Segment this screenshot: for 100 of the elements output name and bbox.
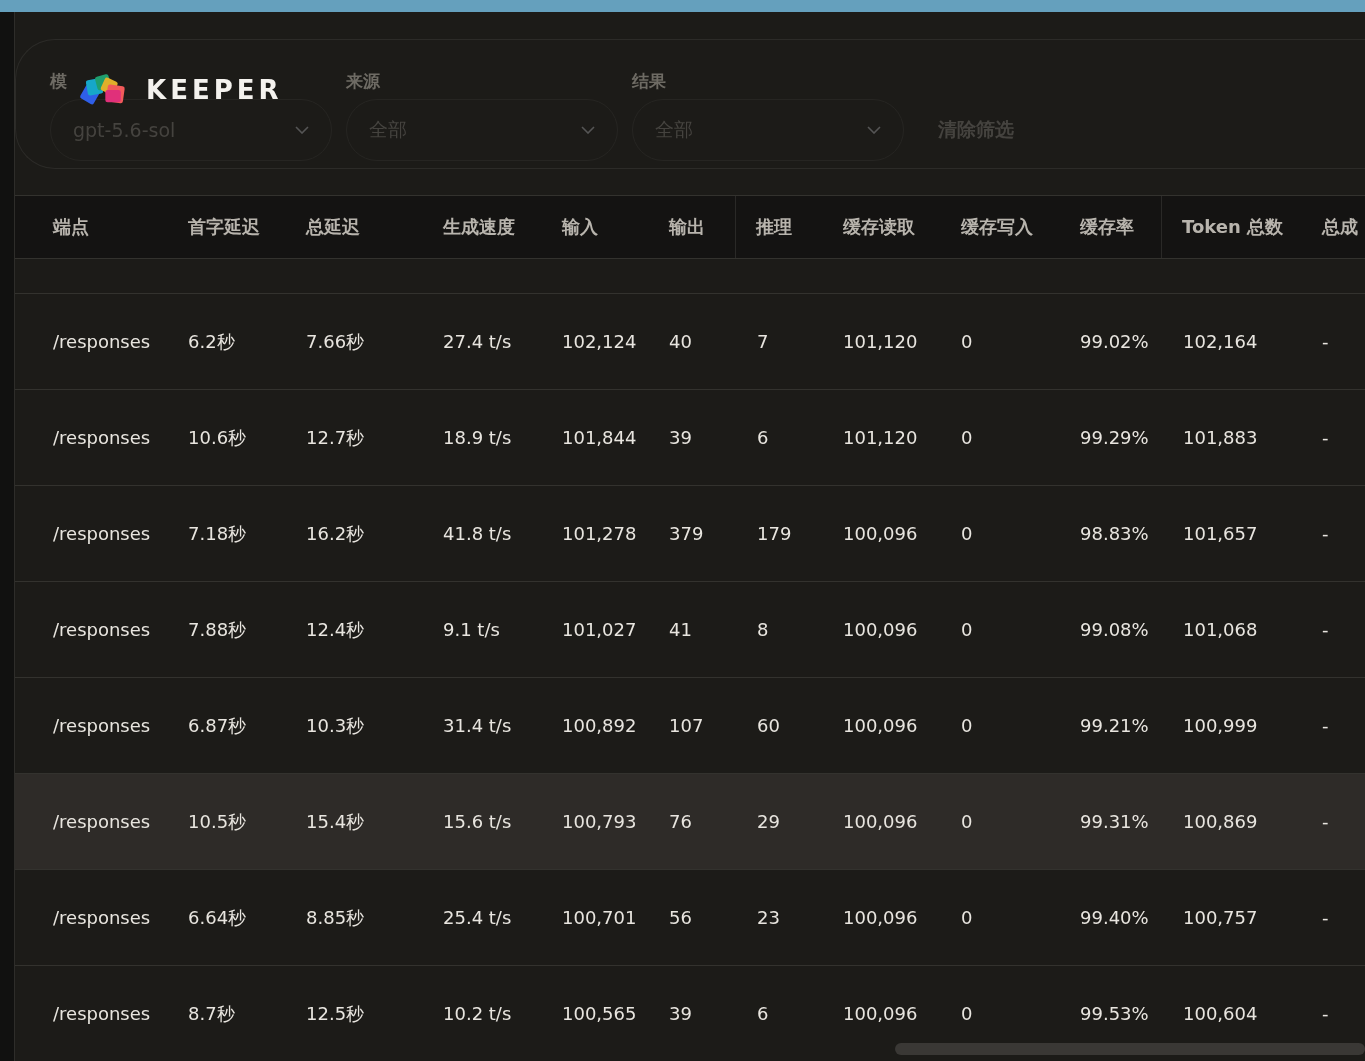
column-header: 缓存写入	[961, 215, 1034, 239]
table-cell-text: 100,096	[843, 715, 919, 736]
table-cell-text: 0	[961, 619, 974, 640]
table-cell-text: 100,869	[1183, 811, 1259, 832]
table-cell-text: 9.1 t/s	[443, 619, 501, 640]
table-cell-text: 100,565	[562, 1003, 638, 1024]
table-cell-text: 100,999	[1183, 715, 1259, 736]
chevron-down-icon	[581, 126, 595, 134]
table-cell-text: 101,120	[843, 331, 919, 352]
table-cell-text: 15.4秒	[306, 809, 366, 834]
table-cell-text: 7.18秒	[188, 521, 248, 546]
table-cell-text: 100,096	[843, 907, 919, 928]
filter-label: 来源	[346, 70, 380, 93]
table-cell-text: 100,757	[1183, 907, 1259, 928]
table-cell-text: 18.9 t/s	[443, 427, 513, 448]
table-cell-text: /responses	[53, 523, 152, 544]
table-cell-text: 10.6秒	[188, 425, 248, 450]
column-header: 端点	[53, 215, 90, 239]
column-header: 首字延迟	[188, 215, 261, 239]
table-cell-text: 12.5秒	[306, 1001, 366, 1026]
table-cell-text: 100,892	[562, 715, 638, 736]
table-cell-text: 102,164	[1183, 331, 1259, 352]
column-header: Token 总数	[1161, 196, 1322, 258]
table-cell-text: 100,096	[843, 811, 919, 832]
table-cell-text: -	[1322, 1003, 1330, 1024]
table-cell-text: 6	[757, 1003, 770, 1024]
table-cell-text: 60	[757, 715, 781, 736]
table-cell-text: 29	[757, 811, 781, 832]
table-cell-text: 101,120	[843, 427, 919, 448]
table-cell-text: 100,701	[562, 907, 638, 928]
table-cell-text: 39	[669, 1003, 693, 1024]
table-cell-text: 40	[669, 331, 693, 352]
table-cell-text: 6.87秒	[188, 713, 248, 738]
table-cell-text: 7.66秒	[306, 329, 366, 354]
table-cell-text: 10.5秒	[188, 809, 248, 834]
table-cell-text: 12.7秒	[306, 425, 366, 450]
table-cell-text: 12.4秒	[306, 617, 366, 642]
table-cell-text: 379	[669, 523, 705, 544]
table-cell-text: 179	[757, 523, 793, 544]
table-cell-text: -	[1322, 331, 1330, 352]
table-cell-text: 100,096	[843, 1003, 919, 1024]
table-cell-text: -	[1322, 715, 1330, 736]
table-cell-text: 99.29%	[1080, 427, 1150, 448]
table-cell-text: /responses	[53, 331, 152, 352]
table-cell-text: 0	[961, 715, 974, 736]
table-cell-text: 102,124	[562, 331, 638, 352]
table-cell-text: 10.3秒	[306, 713, 366, 738]
table-cell-text: 0	[961, 907, 974, 928]
column-header: 输入	[562, 215, 599, 239]
chevron-down-icon	[867, 126, 881, 134]
table-cell-text: 100,096	[843, 523, 919, 544]
table-cell-text: 0	[961, 1003, 974, 1024]
column-header: 缓存率	[1080, 215, 1135, 239]
table-cell-text: /responses	[53, 427, 152, 448]
table-cell-text: 7.88秒	[188, 617, 248, 642]
table-cell-text: 0	[961, 331, 974, 352]
table-cell-text: 100,096	[843, 619, 919, 640]
table-cell-text: -	[1322, 619, 1330, 640]
table-cell-text: 39	[669, 427, 693, 448]
table-cell-text: 0	[961, 427, 974, 448]
table-cell-text: 100,604	[1183, 1003, 1259, 1024]
table-cell-text: 23	[757, 907, 781, 928]
table-cell-text: 99.02%	[1080, 331, 1150, 352]
logo-icon	[78, 73, 128, 107]
table-row[interactable]: /responses 10.5秒 15.4秒 15.6 t/s 100,793 76 29 100,096 0 99.31% 100,869 -	[15, 774, 1365, 870]
table-cell-text: 16.2秒	[306, 521, 366, 546]
table-cell-text: -	[1322, 427, 1330, 448]
filter-label: 结果	[632, 70, 666, 93]
table-cell-text: 107	[669, 715, 705, 736]
table-cell-text: 41	[669, 619, 693, 640]
table-cell-text: /responses	[53, 907, 152, 928]
table-cell-text: 25.4 t/s	[443, 907, 513, 928]
column-header: 推理	[735, 196, 843, 258]
table-cell-text: 76	[669, 811, 693, 832]
filter-label: 模	[50, 70, 67, 93]
table-cell-text: -	[1322, 811, 1330, 832]
table-cell-text: 10.2 t/s	[443, 1003, 513, 1024]
table-cell-text: 99.31%	[1080, 811, 1150, 832]
column-header: 总延迟	[306, 215, 361, 239]
table-cell-text: 101,068	[1183, 619, 1259, 640]
scrollbar-thumb[interactable]	[895, 1043, 1365, 1055]
table-cell-text: 99.08%	[1080, 619, 1150, 640]
table-cell-text: 100,793	[562, 811, 638, 832]
table-cell-text: 6.64秒	[188, 905, 248, 930]
table-cell-text: 98.83%	[1080, 523, 1150, 544]
table-cell-text: 56	[669, 907, 693, 928]
table-cell-text: 41.8 t/s	[443, 523, 513, 544]
table-cell-text: 27.4 t/s	[443, 331, 513, 352]
table-cell-text: 101,844	[562, 427, 638, 448]
table-cell-text: 99.21%	[1080, 715, 1150, 736]
table-cell-text: 8	[757, 619, 770, 640]
table-cell-text: 101,278	[562, 523, 638, 544]
column-header: 输出	[669, 215, 706, 239]
table-cell-text: -	[1322, 907, 1330, 928]
table-cell-text: 0	[961, 523, 974, 544]
table-cell-text: 6	[757, 427, 770, 448]
column-header: 缓存读取	[843, 215, 916, 239]
table-cell-text: 101,883	[1183, 427, 1259, 448]
table-cell-text: 7	[757, 331, 770, 352]
table-cell-text: 31.4 t/s	[443, 715, 513, 736]
